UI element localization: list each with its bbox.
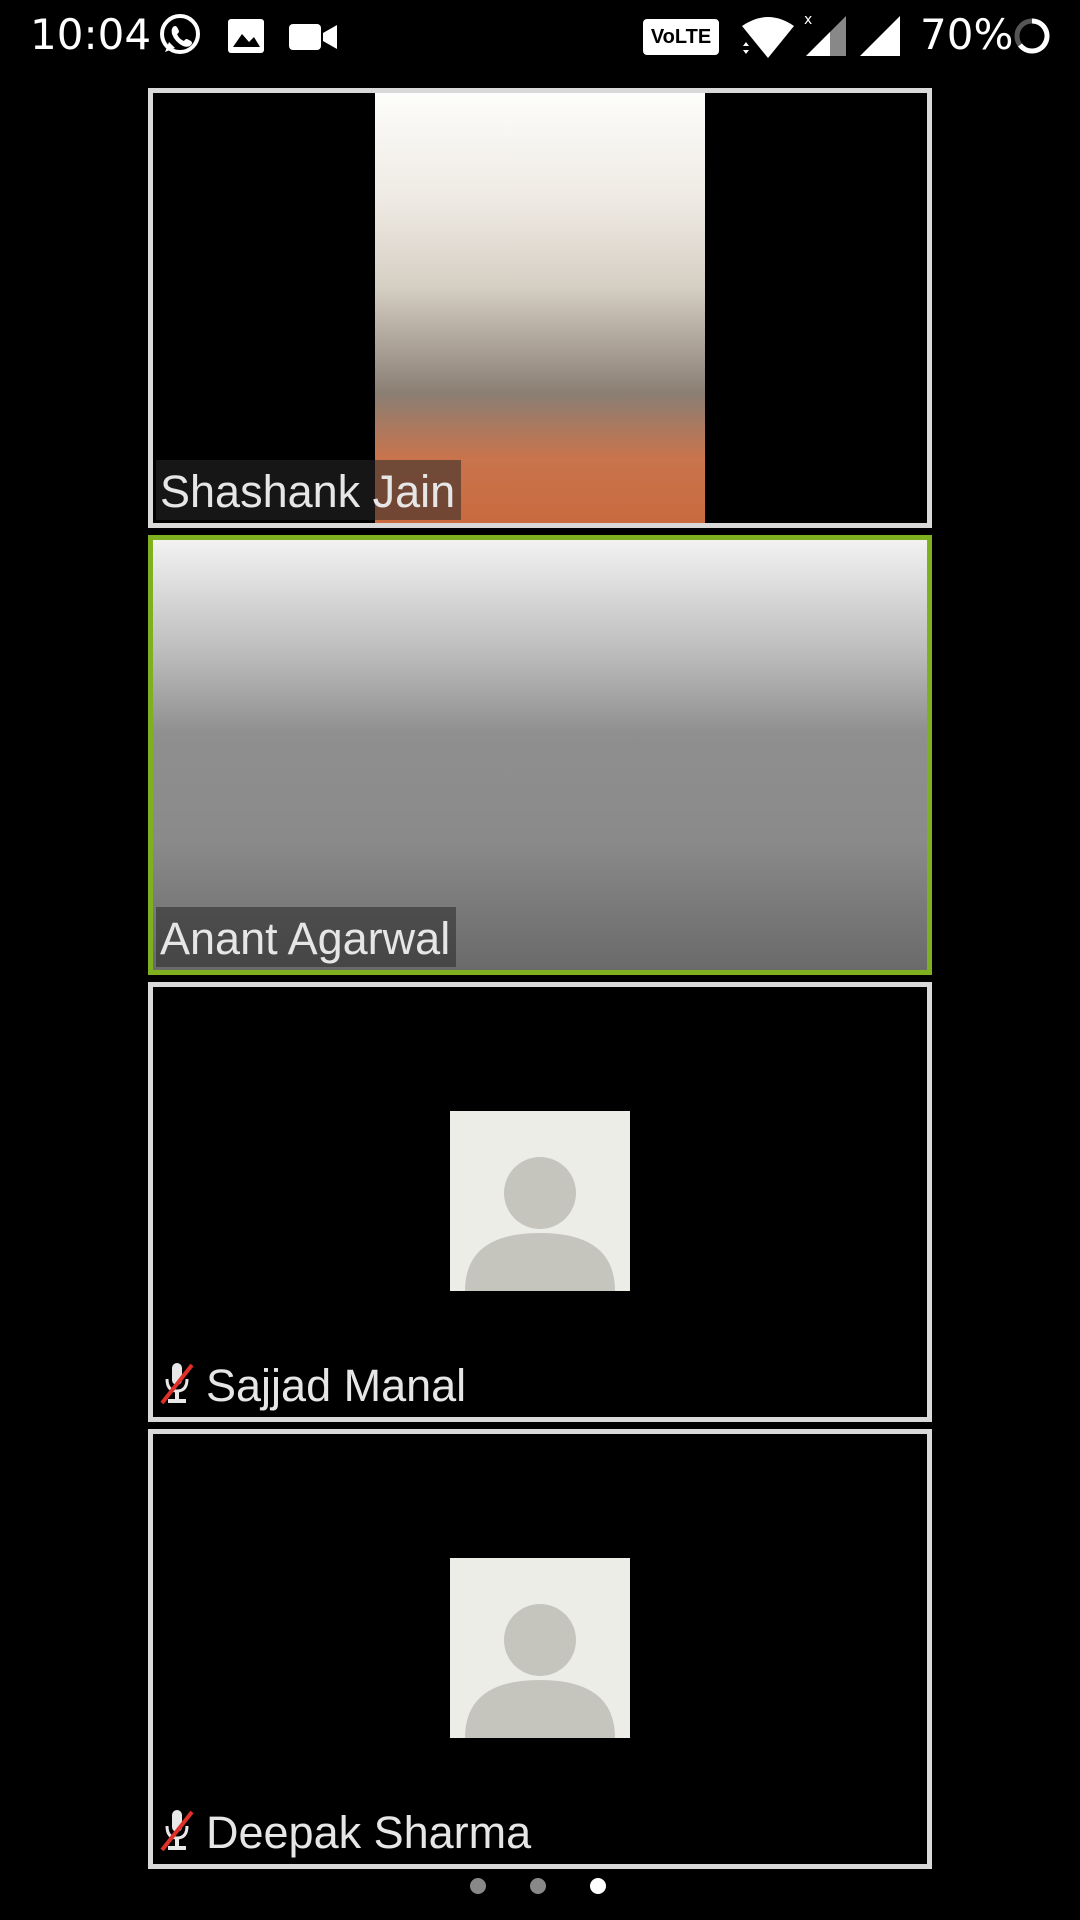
participant-video: [375, 93, 705, 523]
signal-no-service-icon: x: [804, 12, 846, 56]
svg-text:x: x: [804, 12, 812, 28]
status-bar: 10:04 VoLTE x 70%: [0, 0, 1080, 76]
participant-name: Sajjad Manal: [206, 1360, 467, 1411]
person-icon: [465, 1157, 615, 1291]
participant-video: [153, 540, 927, 970]
participant-name: Anant Agarwal: [156, 907, 457, 967]
battery-icon: [1014, 18, 1050, 54]
battery-percent: 70%: [920, 10, 1014, 59]
page-dot-3[interactable]: [590, 1878, 606, 1894]
participant-name: Deepak Sharma: [206, 1807, 532, 1858]
page-dot-2[interactable]: [530, 1878, 546, 1894]
participant-tile-sajjad[interactable]: Sajjad Manal: [148, 982, 932, 1422]
status-time: 10:04: [30, 10, 152, 59]
volte-badge: VoLTE: [643, 19, 719, 55]
person-icon: [465, 1604, 615, 1738]
signal-icon: [860, 16, 900, 56]
page-indicator: [0, 1878, 1080, 1898]
participant-tile-shashank[interactable]: Shashank Jain: [148, 88, 932, 528]
video-camera-icon: [289, 24, 337, 50]
whatsapp-icon: [160, 14, 200, 54]
avatar-placeholder: [450, 1558, 630, 1738]
participant-tile-anant[interactable]: Anant Agarwal: [148, 535, 932, 975]
gallery-icon: [228, 19, 264, 53]
page-dot-1[interactable]: [470, 1878, 486, 1894]
avatar-placeholder: [450, 1111, 630, 1291]
participant-name: Shashank Jain: [156, 460, 462, 520]
wifi-icon: [742, 17, 794, 58]
participant-tile-deepak[interactable]: Deepak Sharma: [148, 1429, 932, 1869]
